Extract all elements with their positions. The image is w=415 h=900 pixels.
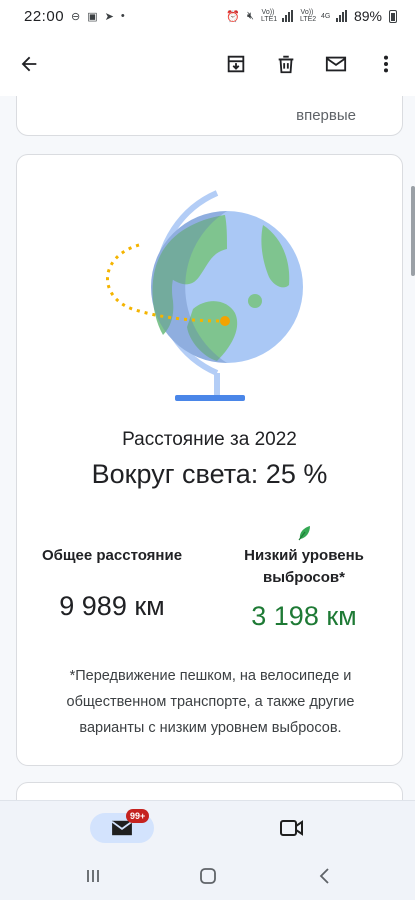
arrow-back-icon: [21, 56, 37, 72]
total-distance-block: Общее расстояние 9 989 км: [17, 545, 207, 622]
low-emission-block: Низкий уровень выбросов* 3 198 км: [209, 523, 399, 632]
home-icon: [200, 868, 216, 884]
video-camera-icon: [280, 820, 303, 836]
battery-text: 89%: [353, 8, 382, 24]
previous-card: впервые: [16, 96, 403, 136]
status-right: ⏰ 🔇︎ Vo)) LTE1 Vo)) LTE2 4G 89%: [226, 8, 397, 24]
delete-button[interactable]: [271, 49, 301, 79]
gallery-icon: ▣: [87, 10, 98, 23]
next-card: [16, 782, 403, 800]
nav-meet-tab[interactable]: [276, 813, 308, 843]
status-bar: 22:00 ⊖ ▣ ➤ • ⏰ 🔇︎ Vo)) LTE1 Vo)) LTE2 4…: [0, 0, 415, 32]
chevron-left-icon: [319, 868, 329, 884]
top-app-bar: [0, 32, 415, 96]
previous-card-text: впервые: [296, 107, 356, 124]
scrollbar-thumb[interactable]: [411, 186, 415, 276]
mute-icon: 🔇︎: [247, 9, 254, 22]
signal-2-icon: [335, 10, 347, 22]
net-4g: 4G: [320, 12, 331, 20]
nav-mail-tab[interactable]: 99+: [90, 809, 154, 843]
net-lte1: Vo)) LTE1: [260, 9, 278, 23]
status-left: 22:00 ⊖ ▣ ➤ •: [24, 8, 125, 25]
low-emission-label: Низкий уровень выбросов*: [244, 547, 364, 586]
archive-icon: [227, 55, 245, 73]
dnd-icon: ⊖: [71, 10, 81, 23]
total-distance-label: Общее расстояние: [41, 547, 183, 564]
system-back-button[interactable]: [313, 864, 337, 888]
around-world-value: Вокруг света: 25 %: [91, 459, 328, 489]
signal-1-icon: [281, 10, 293, 22]
alarm-icon: ⏰: [226, 10, 241, 23]
system-navigation: [0, 852, 415, 900]
battery-icon: [389, 9, 397, 23]
mail-icon: [325, 56, 347, 72]
recents-icon: [87, 870, 99, 882]
home-button[interactable]: [196, 864, 220, 888]
more-vert-icon: [383, 55, 389, 73]
recents-button[interactable]: [81, 864, 105, 888]
leaf-icon: [209, 523, 399, 543]
dot-icon: •: [120, 10, 125, 22]
archive-button[interactable]: [221, 49, 251, 79]
unread-badge: 99+: [126, 809, 150, 823]
mark-unread-button[interactable]: [321, 49, 351, 79]
trash-icon: [278, 55, 294, 74]
distance-title: Расстояние за 2022: [122, 429, 297, 450]
total-distance-value: 9 989 км: [59, 591, 165, 621]
globe-illustration: [77, 181, 337, 401]
more-options-button[interactable]: [371, 49, 401, 79]
telegram-icon: ➤: [104, 10, 114, 23]
net-lte2: Vo)) LTE2: [299, 9, 317, 23]
email-content[interactable]: впервые Расстояние за 2022 Вокруг света:…: [0, 96, 415, 800]
globe-icon: [106, 190, 303, 401]
footnote: *Передвижение пешком, на велосипеде и об…: [66, 668, 355, 736]
back-button[interactable]: [14, 49, 44, 79]
bottom-navigation: 99+: [0, 800, 415, 852]
distance-card: Расстояние за 2022 Вокруг света: 25 % Об…: [16, 154, 403, 766]
low-emission-value: 3 198 км: [251, 601, 357, 631]
status-time: 22:00: [24, 7, 65, 25]
